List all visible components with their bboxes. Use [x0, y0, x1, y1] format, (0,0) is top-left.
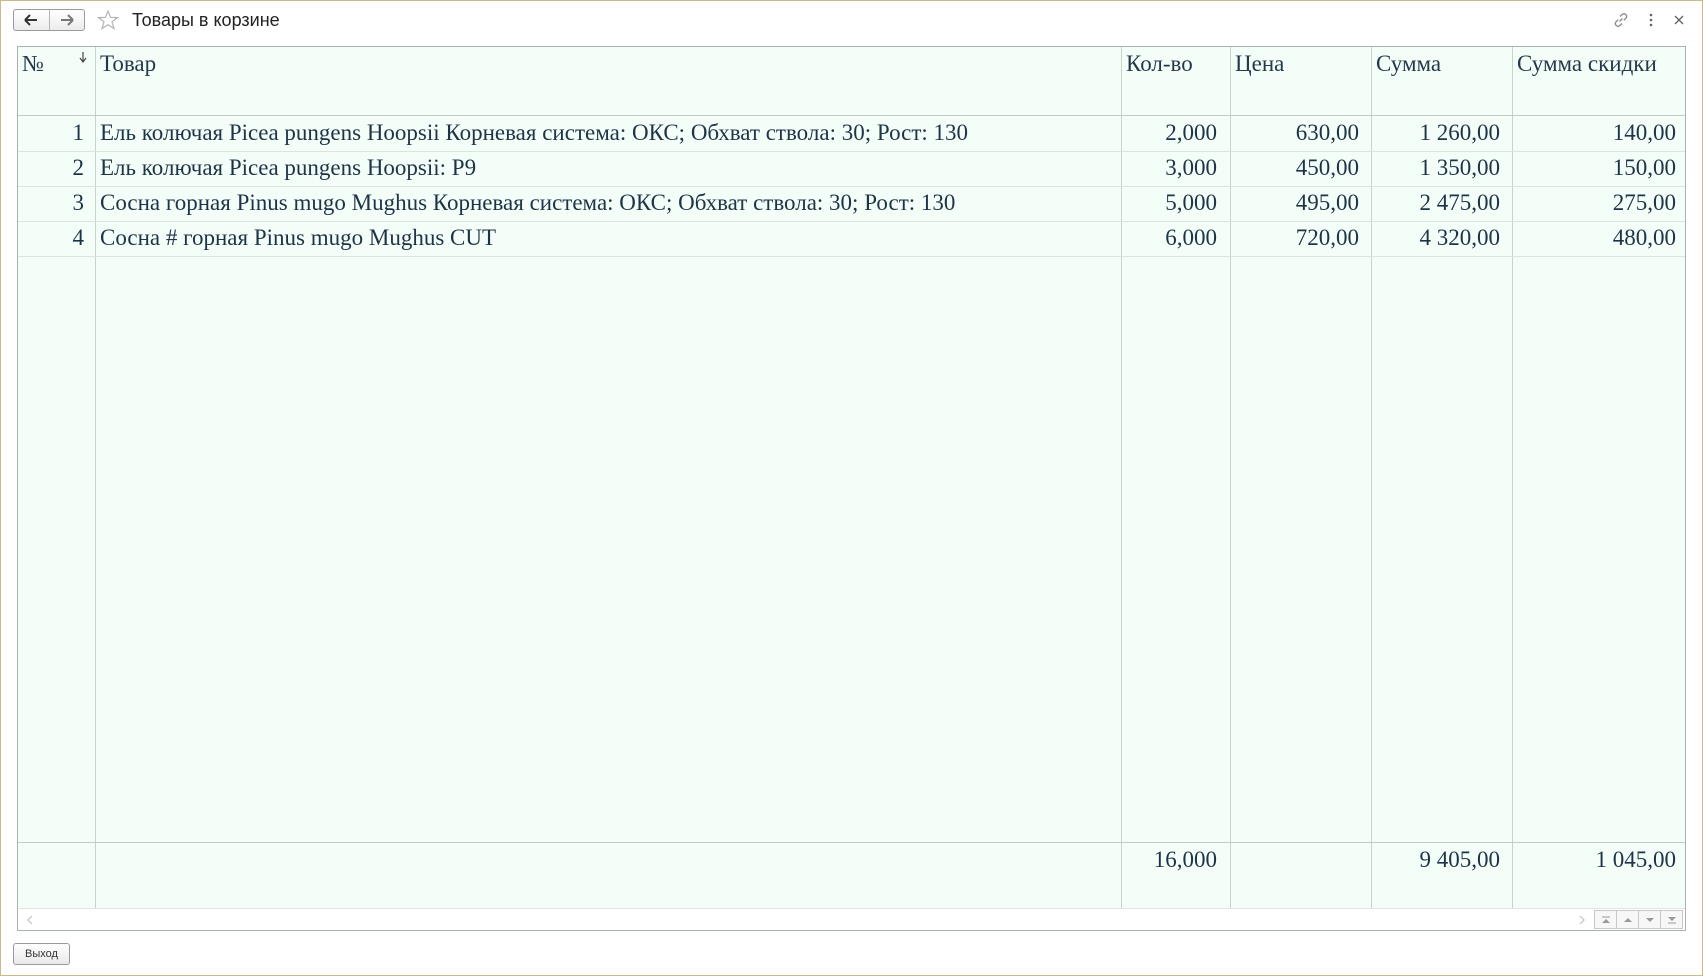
cell-sum: 1 260,00 — [1419, 120, 1501, 145]
table-footer-totals: 16,000 9 405,00 1 045,00 — [18, 842, 1685, 909]
cell-discount: 150,00 — [1612, 155, 1676, 180]
cell-product: Ель колючая Picea pungens Hoopsii Корнев… — [100, 120, 969, 145]
navigation-buttons — [13, 9, 85, 31]
total-sum: 9 405,00 — [1419, 847, 1501, 872]
total-discount: 1 045,00 — [1595, 847, 1677, 872]
go-last-icon — [1667, 916, 1676, 923]
exit-button[interactable]: Выход — [13, 943, 70, 965]
cell-sum: 2 475,00 — [1419, 190, 1501, 215]
arrow-right-icon — [60, 14, 74, 26]
cart-table[interactable]: № Товар Кол-во Цена Сумма Сумма скидки 1… — [17, 46, 1686, 931]
forward-button[interactable] — [48, 10, 85, 30]
cell-qty: 6,000 — [1165, 225, 1217, 250]
column-header-price[interactable]: Цена — [1235, 51, 1284, 77]
cell-qty: 5,000 — [1165, 190, 1217, 215]
table-row[interactable]: 4 Сосна # горная Pinus mugo Mughus CUT 6… — [18, 221, 1685, 257]
total-qty: 16,000 — [1153, 847, 1217, 872]
go-down-button[interactable] — [1638, 910, 1661, 929]
table-row[interactable]: 3 Сосна горная Pinus mugo Mughus Корнева… — [18, 186, 1685, 222]
triangle-down-icon — [1645, 917, 1654, 922]
close-icon[interactable] — [1670, 11, 1688, 29]
go-up-button[interactable] — [1616, 910, 1639, 929]
row-navigation — [1594, 910, 1683, 929]
cell-product: Сосна горная Pinus mugo Mughus Корневая … — [100, 190, 956, 215]
cell-discount: 140,00 — [1612, 120, 1676, 145]
cell-price: 450,00 — [1295, 155, 1359, 180]
scroll-left-icon[interactable] — [26, 915, 34, 925]
window-title: Товары в корзине — [132, 10, 280, 30]
go-first-icon — [1601, 916, 1610, 923]
cell-num: 3 — [72, 190, 85, 215]
cell-product: Сосна # горная Pinus mugo Mughus CUT — [100, 225, 497, 250]
go-last-button[interactable] — [1660, 910, 1683, 929]
cell-price: 720,00 — [1295, 225, 1359, 250]
cell-num: 2 — [72, 155, 85, 180]
link-icon[interactable] — [1612, 11, 1630, 29]
cell-num: 1 — [72, 120, 85, 145]
table-row[interactable]: 2 Ель колючая Picea pungens Hoopsii: Р9 … — [18, 151, 1685, 187]
horizontal-scrollbar[interactable] — [18, 908, 1685, 930]
cell-price: 495,00 — [1295, 190, 1359, 215]
cell-qty: 2,000 — [1165, 120, 1217, 145]
cell-qty: 3,000 — [1165, 155, 1217, 180]
cell-discount: 480,00 — [1612, 225, 1676, 250]
arrow-left-icon — [24, 14, 38, 26]
column-header-product[interactable]: Товар — [100, 51, 156, 77]
table-row[interactable]: 1 Ель колючая Picea pungens Hoopsii Корн… — [18, 116, 1685, 152]
table-header: № Товар Кол-во Цена Сумма Сумма скидки — [18, 47, 1685, 116]
column-header-qty[interactable]: Кол-во — [1126, 51, 1193, 77]
cell-product: Ель колючая Picea pungens Hoopsii: Р9 — [100, 155, 477, 180]
go-first-button[interactable] — [1594, 910, 1617, 929]
cell-price: 630,00 — [1295, 120, 1359, 145]
star-icon[interactable] — [97, 10, 119, 30]
scroll-right-icon[interactable] — [1578, 915, 1586, 925]
back-button[interactable] — [14, 10, 49, 30]
column-header-sum[interactable]: Сумма — [1376, 51, 1441, 77]
column-header-discount[interactable]: Сумма скидки — [1517, 51, 1657, 77]
cell-num: 4 — [72, 225, 85, 250]
cell-sum: 4 320,00 — [1419, 225, 1501, 250]
window: Товары в корзине № Товар Кол-во Цена Сум… — [0, 0, 1703, 976]
title-bar: Товары в корзине — [1, 1, 1702, 39]
triangle-up-icon — [1623, 917, 1632, 922]
cell-sum: 1 350,00 — [1419, 155, 1501, 180]
column-header-num[interactable]: № — [22, 51, 44, 77]
more-vertical-icon[interactable] — [1642, 11, 1660, 29]
sort-down-icon — [79, 52, 87, 63]
cell-discount: 275,00 — [1612, 190, 1676, 215]
